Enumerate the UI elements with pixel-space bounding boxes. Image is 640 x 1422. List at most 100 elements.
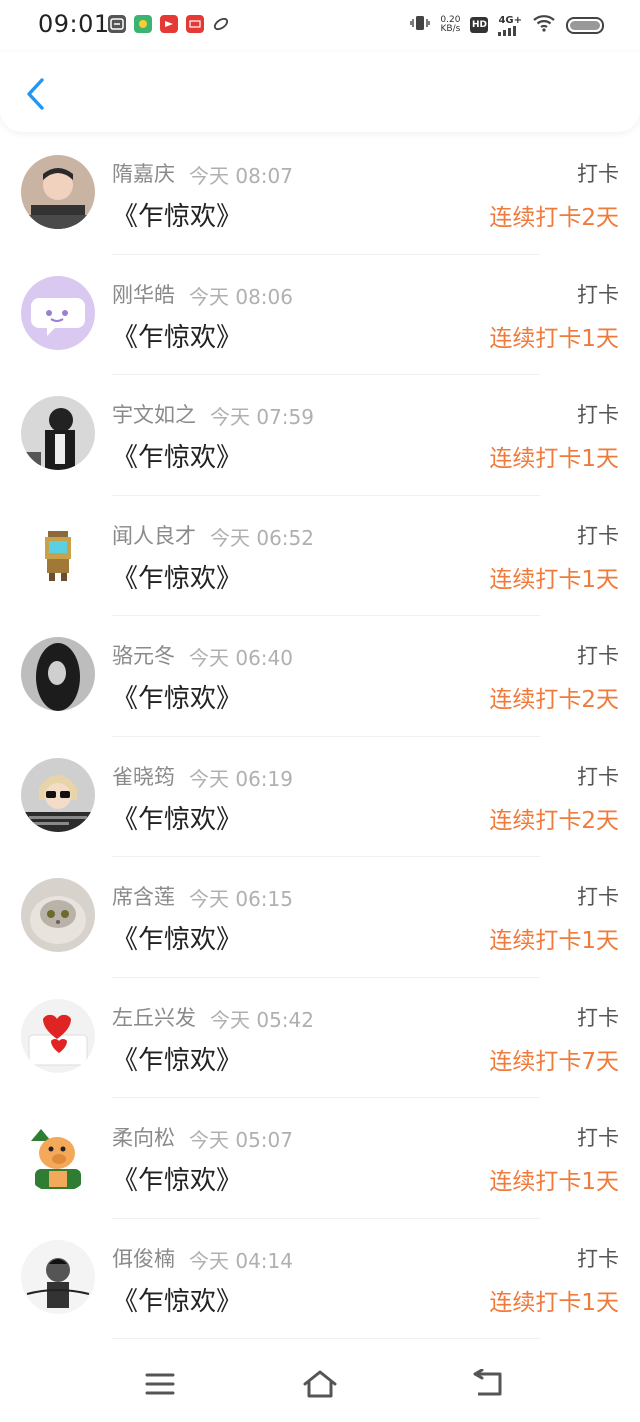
checkin-row[interactable]: 闻人良才 今天 06:52 《乍惊欢》 打卡 连续打卡1天	[0, 496, 640, 616]
menu-button[interactable]	[143, 1369, 177, 1399]
system-nav-bar	[0, 1345, 640, 1422]
checkin-time: 今天 06:15	[189, 887, 293, 911]
user-name[interactable]: 雀晓筠	[112, 761, 175, 791]
system-icons: 0.20 KB/s HD 4G+	[410, 14, 604, 36]
checkin-label: 打卡	[577, 162, 619, 186]
user-name[interactable]: 闻人良才	[112, 520, 196, 550]
vibrate-icon	[410, 14, 431, 36]
net-speed-unit: KB/s	[440, 24, 461, 34]
book-title: 《乍惊欢》	[112, 322, 243, 353]
user-name[interactable]: 佴俊楠	[112, 1243, 175, 1273]
user-name[interactable]: 宇文如之	[112, 399, 196, 429]
hd-badge: HD	[470, 17, 489, 33]
avatar-image	[21, 155, 95, 229]
streak-label: 连续打卡2天	[489, 687, 619, 713]
checkin-label: 打卡	[577, 523, 619, 548]
back-arrow-icon	[473, 1368, 502, 1396]
avatar[interactable]	[21, 757, 95, 832]
cellular-indicator: 4G+	[498, 15, 522, 36]
avatar-image	[21, 637, 95, 711]
checkin-label: 打卡	[577, 1005, 619, 1030]
avatar-image	[21, 1119, 95, 1193]
avatar-image	[21, 757, 95, 832]
avatar[interactable]	[21, 637, 95, 711]
avatar[interactable]	[21, 155, 95, 229]
streak-label: 连续打卡2天	[489, 807, 619, 834]
user-name[interactable]: 柔向松	[112, 1122, 175, 1152]
book-title: 《乍惊欢》	[112, 804, 243, 835]
user-name[interactable]: 刚华皓	[112, 279, 175, 309]
divider	[112, 1338, 540, 1339]
status-time: 09:01	[38, 10, 110, 38]
user-name[interactable]: 骆元冬	[112, 640, 175, 670]
checkin-time: 今天 06:19	[189, 766, 293, 791]
battery-icon	[566, 16, 604, 34]
browser-icon	[212, 15, 230, 33]
checkin-row[interactable]: 宇文如之 今天 07:59 《乍惊欢》 打卡 连续打卡1天	[0, 375, 640, 496]
book-title: 《乍惊欢》	[112, 1045, 243, 1076]
wifi-icon	[532, 14, 556, 36]
checkin-label: 打卡	[577, 1246, 619, 1271]
checkin-label: 打卡	[577, 764, 619, 789]
book-title: 《乍惊欢》	[112, 202, 243, 232]
network-type: 4G+	[498, 14, 522, 26]
checkin-label: 打卡	[577, 1126, 619, 1150]
checkin-time: 今天 08:07	[189, 164, 293, 188]
checkin-list: 隋嘉庆 今天 08:07 《乍惊欢》 打卡 连续打卡2天 刚华皓 今天 08:0…	[0, 134, 640, 1339]
book-title: 《乍惊欢》	[112, 563, 243, 594]
checkin-label: 打卡	[577, 885, 619, 909]
checkin-time: 今天 06:52	[210, 525, 314, 550]
checkin-row[interactable]: 雀晓筠 今天 06:19 《乍惊欢》 打卡 连续打卡2天	[0, 737, 640, 857]
home-icon	[303, 1370, 337, 1398]
avatar[interactable]	[21, 396, 95, 470]
net-speed: 0.20 KB/s	[440, 16, 460, 34]
checkin-row[interactable]: 刚华皓 今天 08:06 《乍惊欢》 打卡 连续打卡1天	[0, 255, 640, 375]
streak-label: 连续打卡1天	[489, 1169, 619, 1195]
checkin-label: 打卡	[577, 282, 619, 307]
checkin-row[interactable]: 佴俊楠 今天 04:14 《乍惊欢》 打卡 连续打卡1天	[0, 1219, 640, 1339]
checkin-row[interactable]: 柔向松 今天 05:07 《乍惊欢》 打卡 连续打卡1天	[0, 1098, 640, 1219]
book-title: 《乍惊欢》	[112, 684, 243, 714]
streak-label: 连续打卡1天	[489, 446, 619, 472]
back-nav-button[interactable]	[472, 1368, 506, 1399]
streak-label: 连续打卡1天	[489, 928, 619, 954]
avatar-image	[21, 878, 95, 952]
checkin-row[interactable]: 隋嘉庆 今天 08:07 《乍惊欢》 打卡 连续打卡2天	[0, 134, 640, 255]
back-button[interactable]	[18, 74, 54, 114]
checkin-time: 今天 05:42	[210, 1007, 314, 1032]
checkin-time: 今天 05:07	[189, 1128, 293, 1152]
user-name[interactable]: 席含莲	[112, 881, 175, 911]
chevron-left-icon	[27, 78, 44, 110]
user-name[interactable]: 隋嘉庆	[112, 158, 175, 188]
home-button[interactable]	[302, 1369, 338, 1399]
book-title: 《乍惊欢》	[112, 443, 243, 473]
signal-icon	[498, 25, 517, 36]
checkin-row[interactable]: 左丘兴发 今天 05:42 《乍惊欢》 打卡 连续打卡7天	[0, 978, 640, 1098]
avatar[interactable]	[21, 275, 95, 350]
header	[0, 52, 640, 132]
streak-label: 连续打卡1天	[489, 1289, 619, 1316]
avatar[interactable]	[21, 1239, 95, 1314]
checkin-label: 打卡	[577, 403, 619, 427]
avatar[interactable]	[21, 878, 95, 952]
avatar[interactable]	[21, 516, 95, 591]
checkin-label: 打卡	[577, 644, 619, 668]
checkin-row[interactable]: 席含莲 今天 06:15 《乍惊欢》 打卡 连续打卡1天	[0, 857, 640, 978]
streak-label: 连续打卡2天	[489, 205, 619, 231]
avatar-image	[21, 275, 95, 350]
user-name[interactable]: 左丘兴发	[112, 1002, 196, 1032]
checkin-time: 今天 08:06	[189, 284, 293, 309]
video-app-icon	[160, 15, 178, 33]
checkin-time: 今天 04:14	[189, 1248, 293, 1273]
avatar[interactable]	[21, 1119, 95, 1193]
avatar-image	[21, 396, 95, 470]
menu-icon	[145, 1373, 175, 1395]
streak-label: 连续打卡1天	[489, 566, 619, 593]
avatar-image	[21, 516, 95, 591]
book-title: 《乍惊欢》	[112, 925, 243, 955]
avatar[interactable]	[21, 998, 95, 1073]
streak-label: 连续打卡1天	[489, 325, 619, 352]
status-bar: 09:01 0.20 KB/s HD 4G+	[0, 0, 640, 52]
checkin-row[interactable]: 骆元冬 今天 06:40 《乍惊欢》 打卡 连续打卡2天	[0, 616, 640, 737]
avatar-image	[21, 1239, 95, 1314]
